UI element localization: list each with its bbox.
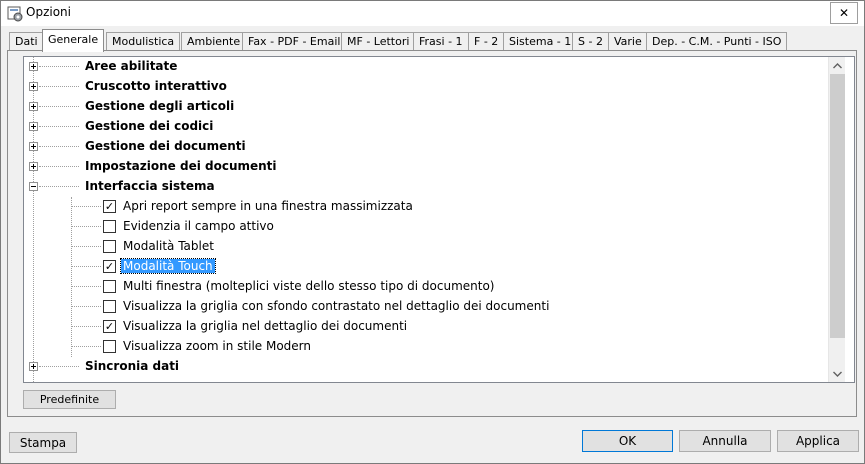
- option-label-selected: Modalità Touch: [120, 258, 216, 274]
- tree-connector: [39, 86, 79, 87]
- tab-frasi-1[interactable]: Frasi - 1: [413, 32, 469, 51]
- tree-connector: [39, 66, 79, 67]
- tree-connector: [71, 326, 101, 327]
- option-label: Multi finestra (molteplici viste dello s…: [123, 279, 495, 293]
- tree-connector: [39, 106, 79, 107]
- option-griglia-dettaglio[interactable]: ✓ Visualizza la griglia nel dettaglio de…: [24, 317, 834, 337]
- tree-connector: [71, 266, 101, 267]
- tree-group-gestione-articoli[interactable]: Gestione degli articoli: [24, 97, 834, 117]
- option-evidenzia-campo-attivo[interactable]: Evidenzia il campo attivo: [24, 217, 834, 237]
- group-label: Gestione dei codici: [85, 119, 214, 133]
- group-label: Interfaccia sistema: [85, 179, 215, 193]
- plus-expander-icon[interactable]: [29, 362, 38, 371]
- scroll-up-arrow-icon[interactable]: [829, 57, 846, 74]
- options-window: Opzioni ✕ Dati Generale Modulistica Ambi…: [0, 0, 865, 464]
- tab-strip: Dati Generale Modulistica Ambiente Fax -…: [7, 29, 857, 52]
- group-label: Gestione degli articoli: [85, 99, 235, 113]
- tree-connector: [39, 366, 79, 367]
- check-icon: ✓: [104, 320, 115, 333]
- tree-connector: [39, 126, 79, 127]
- checkbox[interactable]: [103, 240, 116, 253]
- tab-s-2[interactable]: S - 2: [572, 32, 609, 51]
- tab-modulistica[interactable]: Modulistica: [106, 32, 181, 51]
- group-label: Cruscotto interattivo: [85, 79, 227, 93]
- scrollbar-thumb[interactable]: [830, 74, 845, 338]
- applica-button[interactable]: Applica: [777, 430, 859, 452]
- option-label: Visualizza zoom in stile Modern: [123, 339, 312, 353]
- tree-group-interfaccia-sistema[interactable]: Interfaccia sistema: [24, 177, 834, 197]
- plus-expander-icon[interactable]: [29, 122, 38, 131]
- tree-connector: [71, 306, 101, 307]
- plus-expander-icon[interactable]: [29, 142, 38, 151]
- option-griglia-sfondo-contrastato[interactable]: Visualizza la griglia con sfondo contras…: [24, 297, 834, 317]
- check-icon: ✓: [104, 260, 115, 273]
- tree-connector: [71, 226, 101, 227]
- plus-expander-icon[interactable]: [29, 62, 38, 71]
- tree-connector: [39, 146, 79, 147]
- tree-connector: [71, 246, 101, 247]
- tree-connector: [39, 186, 79, 187]
- option-label: Visualizza la griglia con sfondo contras…: [123, 299, 550, 313]
- tree-connector: [39, 166, 79, 167]
- tab-sistema-1[interactable]: Sistema - 1: [503, 32, 578, 51]
- checkbox[interactable]: ✓: [103, 320, 116, 333]
- scroll-down-arrow-icon[interactable]: [829, 365, 846, 382]
- stampa-button[interactable]: Stampa: [9, 432, 77, 453]
- checkbox[interactable]: [103, 280, 116, 293]
- tree-group-cruscotto-interattivo[interactable]: Cruscotto interattivo: [24, 77, 834, 97]
- checkbox[interactable]: [103, 300, 116, 313]
- tab-f-2[interactable]: F - 2: [468, 32, 505, 51]
- tab-panel-generale: Aree abilitate Cruscotto interattivo Ges…: [7, 50, 857, 417]
- tab-dati[interactable]: Dati: [9, 32, 44, 51]
- vertical-scrollbar[interactable]: [828, 57, 845, 382]
- checkbox[interactable]: [103, 220, 116, 233]
- option-label: Modalità Tablet: [123, 239, 214, 253]
- option-label: Apri report sempre in una finestra massi…: [123, 199, 413, 213]
- plus-expander-icon[interactable]: [29, 102, 38, 111]
- tree-connector: [71, 346, 101, 347]
- tab-fax-pdf-email[interactable]: Fax - PDF - Email: [242, 32, 347, 51]
- close-icon: ✕: [838, 6, 850, 20]
- group-label: Impostazione dei documenti: [85, 159, 277, 173]
- option-label: Visualizza la griglia nel dettaglio dei …: [123, 319, 408, 333]
- tab-varie[interactable]: Varie: [608, 32, 648, 51]
- option-multi-finestra[interactable]: Multi finestra (molteplici viste dello s…: [24, 277, 834, 297]
- checkbox[interactable]: ✓: [103, 260, 116, 273]
- options-tree[interactable]: Aree abilitate Cruscotto interattivo Ges…: [23, 56, 855, 383]
- plus-expander-icon[interactable]: [29, 162, 38, 171]
- checkbox[interactable]: [103, 340, 116, 353]
- options-window-icon: [7, 6, 23, 22]
- tab-ambiente[interactable]: Ambiente: [181, 32, 247, 51]
- option-apri-report-massimizzata[interactable]: ✓ Apri report sempre in una finestra mas…: [24, 197, 834, 217]
- option-modalita-touch[interactable]: ✓ Modalità Touch: [24, 257, 834, 277]
- option-zoom-modern[interactable]: Visualizza zoom in stile Modern: [24, 337, 834, 357]
- tab-mf-lettori[interactable]: MF - Lettori: [341, 32, 416, 51]
- checkbox[interactable]: ✓: [103, 200, 116, 213]
- ok-button[interactable]: OK: [582, 430, 673, 452]
- group-label: Sincronia dati: [85, 359, 180, 373]
- tree-group-gestione-codici[interactable]: Gestione dei codici: [24, 117, 834, 137]
- title-bar[interactable]: Opzioni ✕: [1, 1, 864, 26]
- window-title: Opzioni: [26, 5, 71, 19]
- annulla-button[interactable]: Annulla: [679, 430, 771, 452]
- plus-expander-icon[interactable]: [29, 82, 38, 91]
- option-label: Evidenzia il campo attivo: [123, 219, 274, 233]
- close-button[interactable]: ✕: [830, 2, 858, 24]
- group-label: Aree abilitate: [85, 59, 178, 73]
- tab-dep-cm-punti-iso[interactable]: Dep. - C.M. - Punti - ISO: [646, 32, 788, 51]
- tree-group-gestione-documenti[interactable]: Gestione dei documenti: [24, 137, 834, 157]
- check-icon: ✓: [104, 200, 115, 213]
- minus-expander-icon[interactable]: [29, 182, 38, 191]
- tree-group-impostazione-documenti[interactable]: Impostazione dei documenti: [24, 157, 834, 177]
- predefinite-button[interactable]: Predefinite: [23, 390, 116, 409]
- tree-group-aree-abilitate[interactable]: Aree abilitate: [24, 57, 834, 77]
- option-modalita-tablet[interactable]: Modalità Tablet: [24, 237, 834, 257]
- tree-connector: [71, 206, 101, 207]
- tree-connector: [71, 286, 101, 287]
- group-label: Gestione dei documenti: [85, 139, 246, 153]
- tab-generale[interactable]: Generale: [42, 29, 105, 52]
- tree-group-sincronia-dati[interactable]: Sincronia dati: [24, 357, 834, 377]
